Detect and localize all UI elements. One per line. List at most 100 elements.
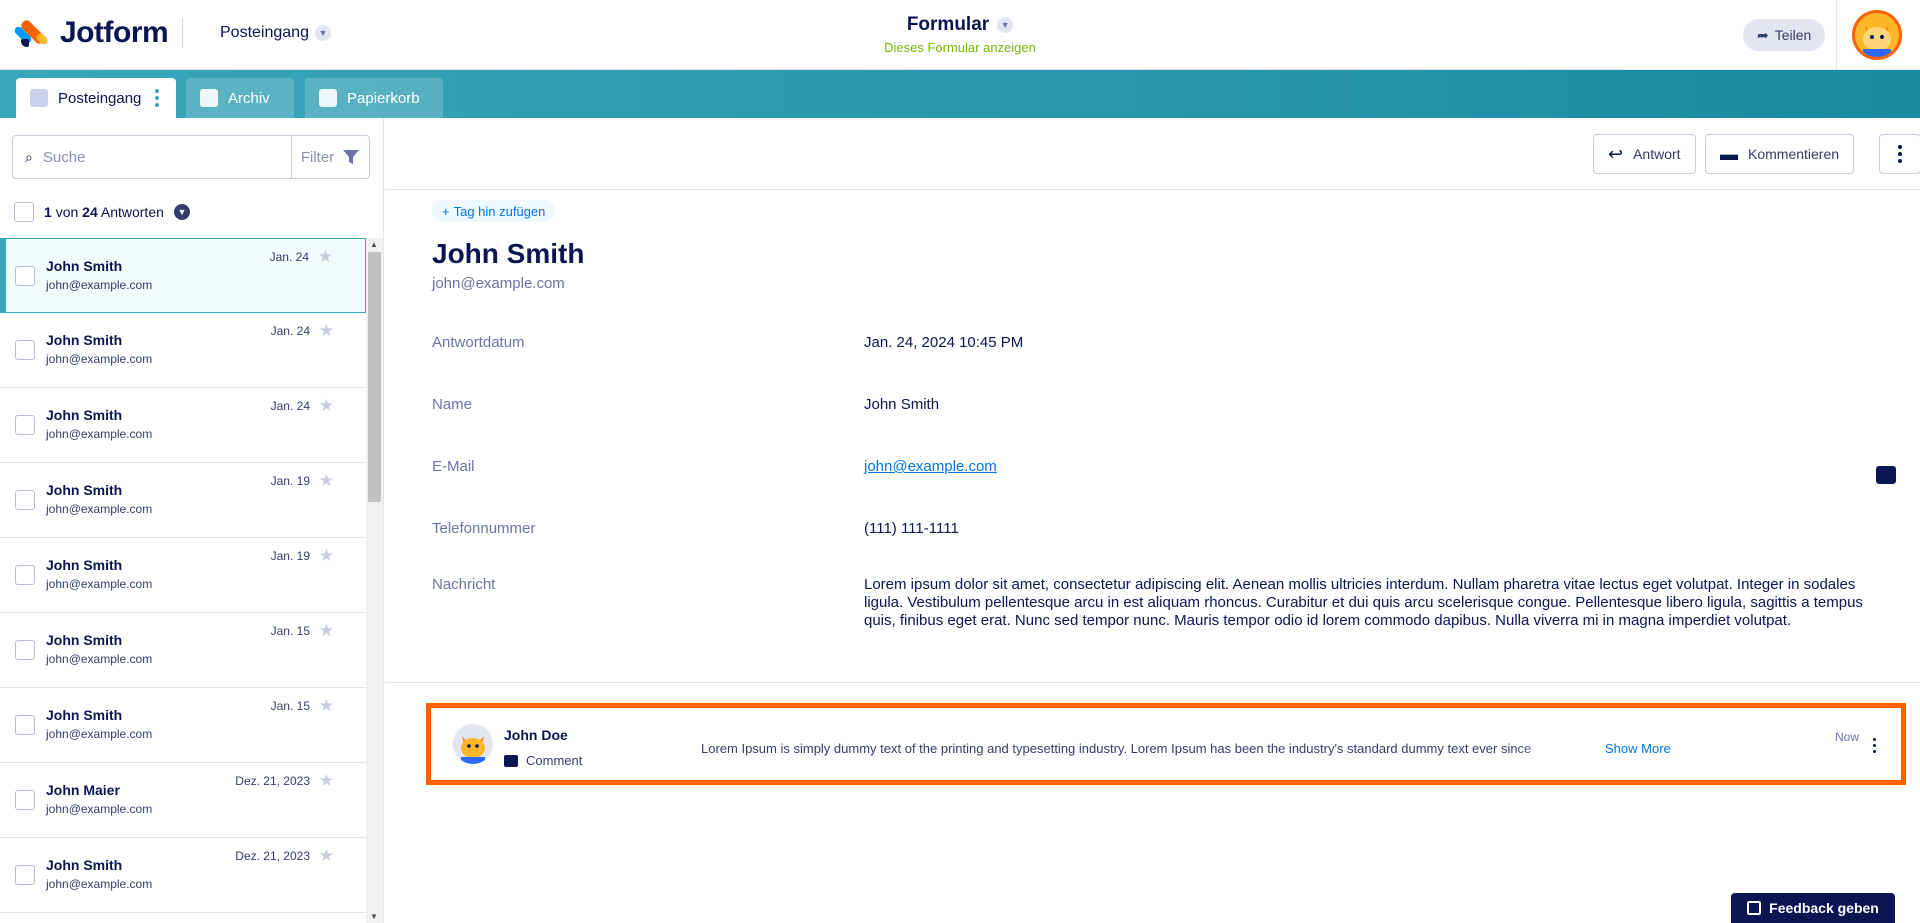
list-item[interactable]: John Smith john@example.com Jan. 24 ★ [0, 238, 366, 313]
star-icon[interactable]: ★ [319, 696, 334, 716]
field-label-email: E-Mail [432, 458, 475, 475]
star-icon[interactable]: ★ [319, 396, 334, 416]
inbox-icon [30, 89, 48, 107]
cat-avatar-icon [453, 724, 493, 764]
tab-archive[interactable]: Archiv [186, 78, 294, 118]
search-placeholder: Suche [42, 148, 86, 166]
filter-label: Filter [300, 148, 335, 166]
row-date: Dez. 21, 2023 [235, 849, 310, 863]
view-form-link[interactable]: Dieses Formular anzeigen [0, 40, 1920, 55]
comment-button[interactable]: ▬ Kommentieren [1705, 134, 1855, 174]
tab-inbox[interactable]: Posteingang [16, 78, 176, 118]
tab-inbox-label: Posteingang [58, 89, 142, 107]
reply-icon: ↩ [1608, 143, 1624, 164]
feedback-label: Feedback geben [1769, 900, 1879, 916]
chevron-down-icon[interactable]: ▼ [173, 204, 190, 220]
field-value-date: Jan. 24, 2024 10:45 PM [864, 334, 1024, 351]
filter-icon [343, 150, 360, 164]
row-checkbox[interactable] [15, 565, 35, 585]
star-icon[interactable]: ★ [319, 546, 334, 566]
row-checkbox[interactable] [15, 266, 35, 286]
list-item[interactable]: John Smith john@example.com Jan. 24 ★ [0, 313, 366, 388]
more-icon [1873, 738, 1876, 753]
tab-options-icon[interactable] [155, 89, 160, 107]
comment-options-button[interactable] [1873, 728, 1876, 753]
search-input[interactable]: ⌕ Suche [13, 136, 291, 178]
star-icon[interactable]: ★ [318, 247, 333, 267]
plus-icon: + [442, 203, 450, 219]
comment-icon: ▬ [1720, 143, 1738, 164]
chevron-down-icon: ▼ [314, 25, 331, 41]
share-button[interactable]: ➦ Teilen [1743, 19, 1826, 51]
row-checkbox[interactable] [15, 490, 35, 510]
row-email: john@example.com [46, 502, 153, 516]
header-divider [1836, 0, 1837, 70]
star-icon[interactable]: ★ [319, 846, 334, 866]
row-checkbox[interactable] [15, 340, 35, 360]
comment-icon [504, 754, 518, 767]
select-all-checkbox[interactable] [14, 202, 34, 222]
comment-type-label: Comment [526, 753, 583, 768]
row-checkbox[interactable] [15, 640, 35, 660]
row-email: john@example.com [46, 877, 153, 891]
row-date: Jan. 19 [270, 549, 310, 563]
show-more-link[interactable]: Show More [1605, 741, 1671, 756]
row-email: john@example.com [46, 652, 153, 666]
scroll-up-icon[interactable]: ▲ [370, 240, 378, 249]
row-email: john@example.com [46, 727, 153, 741]
field-label-date: Antwortdatum [432, 334, 525, 351]
filter-button[interactable]: Filter [291, 136, 369, 178]
list-item[interactable]: John Smith john@example.com Jan. 19 ★ [0, 538, 366, 613]
row-email: john@example.com [46, 577, 153, 591]
user-avatar[interactable] [1852, 10, 1902, 60]
row-date: Jan. 15 [270, 699, 310, 713]
submission-email: john@example.com [432, 275, 565, 292]
tab-trash[interactable]: Papierkorb [305, 78, 443, 118]
row-checkbox[interactable] [15, 790, 35, 810]
row-checkbox[interactable] [15, 715, 35, 735]
more-options-button[interactable] [1879, 134, 1920, 174]
selection-count-row: 1 von 24 Antworten ▼ [14, 202, 190, 222]
form-title-dropdown[interactable]: Formular ▼ [906, 14, 1014, 36]
list-item[interactable]: John Smith john@example.com Dez. 21, 2023 ★ [0, 838, 366, 913]
commenter-avatar [453, 724, 493, 764]
star-icon[interactable]: ★ [319, 471, 334, 491]
list-item[interactable]: John Maier john@example.com Dez. 21, 2023 ★ [0, 763, 366, 838]
row-name: John Smith [46, 258, 123, 274]
feedback-button[interactable]: Feedback geben [1731, 893, 1895, 923]
row-email: john@example.com [46, 352, 153, 366]
tab-trash-label: Papierkorb [347, 89, 420, 107]
add-tag-label: Tag hin zufügen [453, 203, 546, 219]
row-email: john@example.com [46, 802, 153, 816]
row-checkbox[interactable] [15, 415, 35, 435]
comment-icon[interactable] [1876, 466, 1896, 484]
reply-button[interactable]: ↩ Antwort [1593, 134, 1696, 174]
list-item[interactable]: John Smith john@example.com Jan. 15 ★ [0, 613, 366, 688]
sidebar-scrollbar[interactable]: ▲ ▼ [366, 238, 383, 923]
comment-type: Comment [504, 753, 582, 768]
form-title: Formular [906, 14, 990, 35]
list-item[interactable]: John Smith john@example.com Jan. 24 ★ [0, 388, 366, 463]
submission-name: John Smith [432, 238, 585, 269]
top-bar: Jotform Posteingang ▼ Formular ▼ Dieses … [0, 0, 1920, 70]
comment-author: John Doe [504, 727, 568, 743]
share-label: Teilen [1774, 27, 1812, 43]
scroll-down-icon[interactable]: ▼ [370, 912, 378, 921]
list-item[interactable]: John Smith john@example.com Jan. 19 ★ [0, 463, 366, 538]
cat-avatar-icon [1855, 13, 1899, 57]
field-value-email[interactable]: john@example.com [864, 458, 997, 475]
add-tag-button[interactable]: + Tag hin zufügen [432, 200, 556, 222]
star-icon[interactable]: ★ [319, 621, 334, 641]
row-date: Jan. 24 [270, 324, 310, 338]
row-name: John Smith [46, 632, 123, 648]
list-item[interactable]: John Smith john@example.com Jan. 15 ★ [0, 688, 366, 763]
scrollbar-thumb[interactable] [368, 252, 381, 502]
star-icon[interactable]: ★ [319, 321, 334, 341]
row-date: Jan. 24 [270, 399, 310, 413]
row-name: John Smith [46, 707, 123, 723]
row-name: John Smith [46, 407, 123, 423]
row-checkbox[interactable] [15, 865, 35, 885]
row-name: John Maier [46, 782, 120, 798]
star-icon[interactable]: ★ [319, 771, 334, 791]
field-value-message: Lorem ipsum dolor sit amet, consectetur … [864, 576, 1863, 629]
